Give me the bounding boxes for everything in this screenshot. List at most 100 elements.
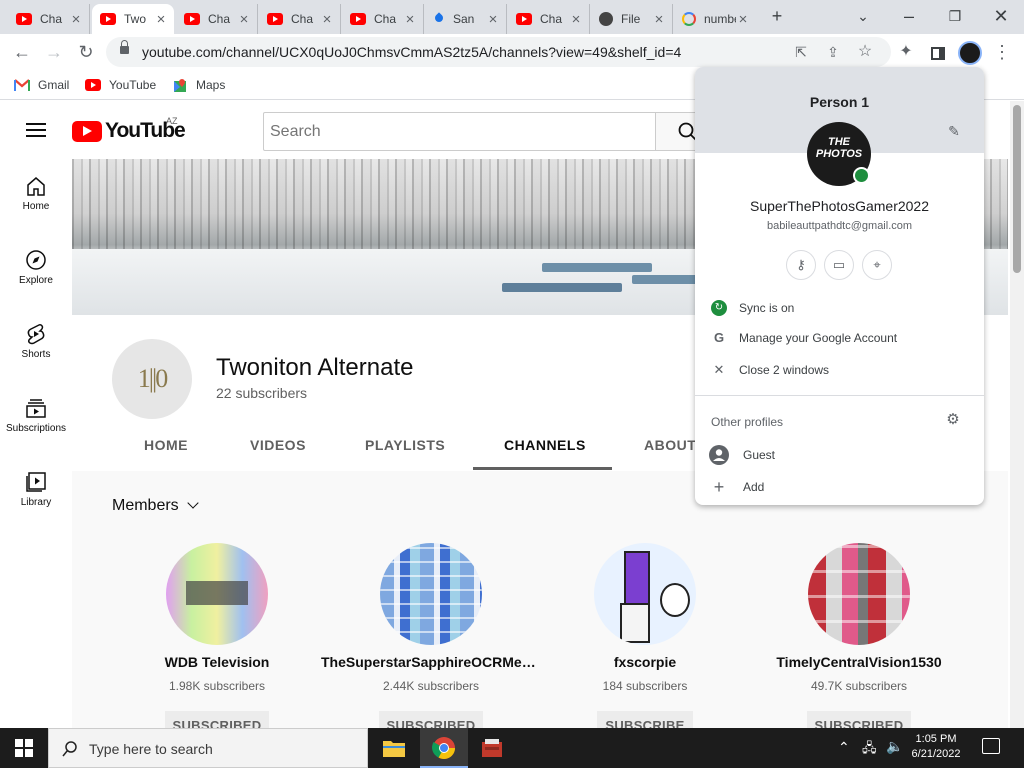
close-window-button[interactable]: ✕ bbox=[986, 4, 1016, 28]
close-tab-icon[interactable]: × bbox=[569, 11, 583, 28]
other-profiles-heading: Other profiles bbox=[711, 415, 784, 429]
close-tab-icon[interactable]: × bbox=[736, 11, 750, 28]
browser-tab[interactable]: Cha × bbox=[8, 4, 90, 34]
member-name[interactable]: TimelyCentralVision1530 bbox=[749, 654, 969, 670]
member-avatar[interactable] bbox=[594, 543, 696, 645]
taskbar-search-placeholder: Type here to search bbox=[89, 741, 213, 757]
taskbar-clock[interactable]: 1:05 PM 6/21/2022 bbox=[906, 732, 966, 762]
bookmark-youtube[interactable]: YouTube bbox=[85, 76, 156, 94]
browser-tab[interactable]: Cha × bbox=[342, 4, 424, 34]
close-tab-icon[interactable]: × bbox=[237, 11, 251, 28]
browser-tab[interactable]: number × bbox=[674, 4, 756, 34]
sidebar-item-explore[interactable]: Explore bbox=[0, 237, 72, 311]
menu-item-manage-account[interactable]: G Manage your Google Account bbox=[695, 326, 984, 352]
member-card[interactable]: TheSuperstarSapphireOCRMedi… 2.44K subsc… bbox=[321, 543, 541, 728]
member-card[interactable]: WDB Television 1.98K subscribers SUBSCRI… bbox=[107, 543, 327, 728]
browser-tab[interactable]: Cha × bbox=[259, 4, 341, 34]
passwords-key-icon[interactable]: ⚷ bbox=[786, 250, 816, 280]
menu-item-sync[interactable]: ↻ Sync is on bbox=[695, 296, 984, 322]
youtube-logo[interactable]: YouTube AZ bbox=[72, 116, 186, 143]
page-scrollbar[interactable] bbox=[1010, 101, 1024, 728]
back-button[interactable]: ← bbox=[8, 38, 36, 66]
chrome-taskbar-icon[interactable] bbox=[420, 728, 468, 768]
close-tab-icon[interactable]: × bbox=[320, 11, 334, 28]
app-taskbar-icon[interactable] bbox=[468, 728, 516, 768]
member-avatar[interactable] bbox=[808, 543, 910, 645]
sidebar-item-library[interactable]: Library bbox=[0, 459, 72, 533]
forward-button[interactable]: → bbox=[40, 38, 68, 66]
tab-search-chevron-icon[interactable]: ⌄ bbox=[848, 4, 878, 28]
tab-about[interactable]: ABOUT bbox=[644, 437, 696, 453]
subscribe-button[interactable]: SUBSCRIBE bbox=[597, 711, 693, 728]
close-tab-icon[interactable]: × bbox=[69, 11, 83, 28]
close-tab-icon[interactable]: × bbox=[403, 11, 417, 28]
start-button[interactable] bbox=[0, 728, 48, 768]
extensions-icon[interactable]: ✦ bbox=[892, 38, 920, 66]
member-name[interactable]: TheSuperstarSapphireOCRMedi… bbox=[321, 654, 541, 670]
network-icon[interactable]: 🖧 bbox=[862, 739, 877, 761]
file-explorer-icon[interactable] bbox=[370, 728, 418, 768]
tab-home[interactable]: HOME bbox=[144, 437, 188, 453]
new-tab-button[interactable]: + bbox=[762, 4, 792, 28]
close-tab-icon[interactable]: × bbox=[652, 11, 666, 28]
url-text[interactable]: youtube.com/channel/UCX0qUoJ0ChmsvCmmAS2… bbox=[142, 44, 681, 60]
search-input[interactable] bbox=[263, 112, 656, 151]
member-avatar[interactable] bbox=[166, 543, 268, 645]
members-dropdown[interactable]: Members bbox=[112, 497, 199, 515]
profile-guest[interactable]: Guest bbox=[695, 443, 984, 469]
chrome-menu-icon[interactable]: ⋮ bbox=[988, 38, 1016, 66]
share-icon[interactable]: ⇪ bbox=[824, 43, 842, 61]
menu-icon[interactable] bbox=[26, 123, 46, 137]
profile-label: Guest bbox=[743, 448, 776, 462]
profile-label: Add bbox=[743, 480, 765, 494]
scrollbar-thumb[interactable] bbox=[1013, 105, 1021, 273]
close-tab-icon[interactable]: × bbox=[486, 11, 500, 28]
browser-tab[interactable]: San × bbox=[425, 4, 507, 34]
member-name[interactable]: fxscorpie bbox=[535, 654, 755, 670]
browser-tab[interactable]: File × bbox=[591, 4, 673, 34]
member-card[interactable]: TimelyCentralVision1530 49.7K subscriber… bbox=[749, 543, 969, 728]
bookmark-star-icon[interactable]: ☆ bbox=[856, 43, 874, 61]
volume-icon[interactable]: 🔈 bbox=[886, 738, 903, 755]
tab-playlists[interactable]: PLAYLISTS bbox=[365, 437, 445, 453]
browser-tab-active[interactable]: Two × bbox=[92, 4, 174, 34]
member-subscriber-count: 49.7K subscribers bbox=[810, 679, 908, 693]
sidebar-item-shorts[interactable]: Shorts bbox=[0, 311, 72, 385]
subscribed-button[interactable]: SUBSCRIBED bbox=[806, 711, 912, 728]
youtube-icon bbox=[184, 13, 200, 25]
lock-icon[interactable] bbox=[120, 40, 129, 54]
close-tab-icon[interactable]: × bbox=[154, 11, 168, 28]
browser-tab[interactable]: Cha × bbox=[508, 4, 590, 34]
tab-videos[interactable]: VIDEOS bbox=[250, 437, 306, 453]
sidebar-item-home[interactable]: Home bbox=[0, 163, 72, 237]
bookmark-gmail[interactable]: Gmail bbox=[14, 76, 69, 94]
side-panel-icon[interactable] bbox=[924, 38, 952, 66]
browser-tab[interactable]: Cha × bbox=[176, 4, 258, 34]
restore-button[interactable]: ❐ bbox=[940, 4, 970, 28]
member-card[interactable]: fxscorpie 184 subscribers SUBSCRIBE bbox=[535, 543, 755, 728]
taskbar-search[interactable]: Type here to search bbox=[48, 728, 368, 768]
address-bar[interactable]: youtube.com/channel/UCX0qUoJ0ChmsvCmmAS2… bbox=[106, 37, 891, 67]
tab-channels[interactable]: CHANNELS bbox=[504, 437, 586, 453]
payment-card-icon[interactable]: ▭ bbox=[824, 250, 854, 280]
member-name[interactable]: WDB Television bbox=[107, 654, 327, 670]
reload-button[interactable]: ↻ bbox=[72, 38, 100, 66]
subscribed-button[interactable]: SUBSCRIBED bbox=[164, 711, 270, 728]
open-in-app-icon[interactable]: ⇱ bbox=[792, 43, 810, 61]
subscribed-button[interactable]: SUBSCRIBED bbox=[378, 711, 484, 728]
minimize-button[interactable]: – bbox=[894, 4, 924, 28]
youtube-icon bbox=[85, 79, 101, 91]
channel-avatar[interactable]: 1||0 bbox=[112, 339, 192, 419]
profile-avatar-button[interactable] bbox=[956, 38, 984, 66]
bookmark-maps[interactable]: Maps bbox=[172, 76, 225, 94]
edit-pencil-icon[interactable]: ✎ bbox=[945, 123, 963, 141]
addresses-location-icon[interactable]: ⌖ bbox=[862, 250, 892, 280]
member-avatar[interactable] bbox=[380, 543, 482, 645]
menu-item-close-windows[interactable]: ✕ Close 2 windows bbox=[695, 358, 984, 384]
compass-icon bbox=[25, 249, 47, 271]
gear-icon[interactable]: ⚙ bbox=[945, 412, 961, 428]
notifications-icon[interactable] bbox=[982, 738, 1000, 754]
sidebar-item-subscriptions[interactable]: Subscriptions bbox=[0, 385, 72, 459]
profile-add[interactable]: + Add bbox=[695, 475, 984, 501]
show-hidden-icons-chevron-icon[interactable]: ⌃ bbox=[838, 739, 850, 756]
